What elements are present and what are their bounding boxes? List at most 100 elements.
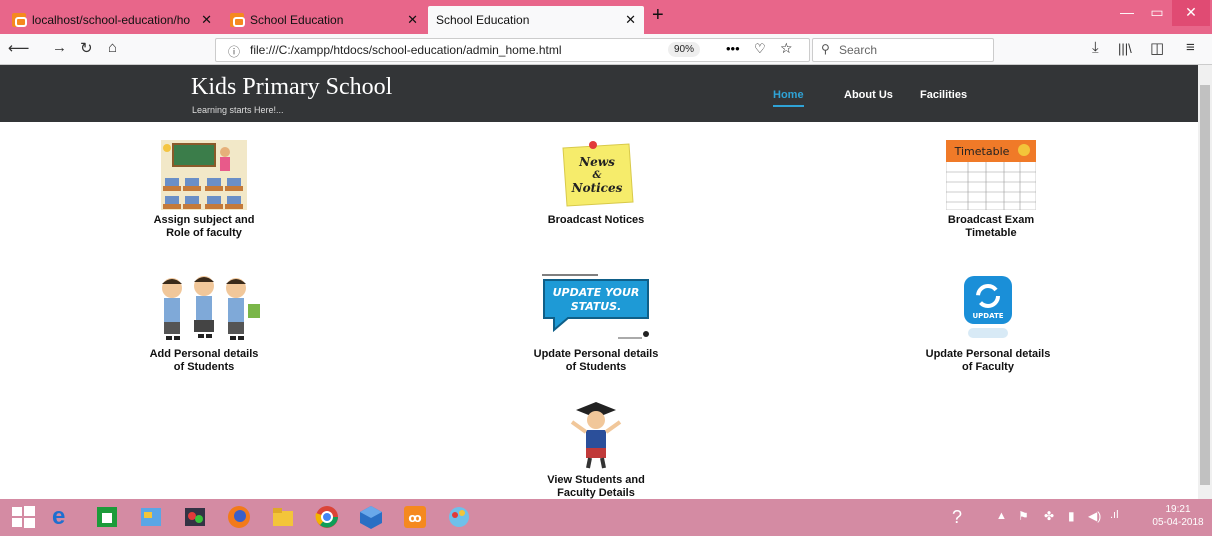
timetable-heading: Timetable xyxy=(954,145,1010,158)
action-center-flag-icon[interactable]: ⚑ xyxy=(1018,509,1029,523)
card-label-line2[interactable]: of Students xyxy=(496,361,696,374)
internet-explorer-icon[interactable]: e xyxy=(52,504,78,530)
site-header: Kids Primary School Learning starts Here… xyxy=(0,65,1198,122)
nav-home[interactable]: Home xyxy=(773,89,804,107)
card-label-line2[interactable]: Role of faculty xyxy=(104,227,304,240)
zoom-level[interactable]: 90% xyxy=(668,42,701,57)
timetable-icon[interactable]: Timetable xyxy=(945,139,1037,211)
card-label-line2[interactable]: of Faculty xyxy=(888,361,1088,374)
nav-about-us[interactable]: About Us xyxy=(844,89,893,101)
network-signal-icon[interactable]: .ıl xyxy=(1110,509,1119,521)
close-icon[interactable]: ✕ xyxy=(201,12,212,28)
tab-label: localhost/school-education/ho xyxy=(32,13,191,27)
menu-icon[interactable]: ≡ xyxy=(1186,39,1195,56)
svg-text:STATUS.: STATUS. xyxy=(571,300,622,313)
back-icon[interactable]: ⟵ xyxy=(8,39,30,57)
windows-taskbar: e ꝏ ? ▲ ⚑ ✤ ▮ ◀) .ıl 19:21 05-04-2018 xyxy=(0,499,1212,536)
help-icon[interactable]: ? xyxy=(952,504,978,530)
news-notices-icon[interactable]: News & Notices xyxy=(555,140,637,210)
card-broadcast-notices[interactable]: News & Notices Broadcast Notices xyxy=(496,140,696,227)
graphics-icon[interactable] xyxy=(446,504,472,530)
xampp-favicon-icon xyxy=(230,13,245,27)
nav-facilities[interactable]: Facilities xyxy=(920,89,967,101)
classroom-icon[interactable] xyxy=(161,140,247,210)
search-icon: ⚲ xyxy=(821,42,830,56)
notice-text-news: News xyxy=(578,155,615,169)
window-close-icon[interactable]: ✕ xyxy=(1172,0,1210,26)
volume-icon[interactable]: ◀) xyxy=(1088,509,1101,523)
students-icon[interactable] xyxy=(144,274,264,344)
page-scrollbar[interactable] xyxy=(1198,65,1212,499)
maximize-icon[interactable]: ▭ xyxy=(1140,0,1174,26)
card-label-line1[interactable]: Add Personal details xyxy=(104,348,304,361)
firefox-icon[interactable] xyxy=(226,504,252,530)
update-status-icon[interactable]: UPDATE YOUR STATUS. xyxy=(538,272,654,344)
sidebar-icon[interactable]: ◫ xyxy=(1150,39,1164,57)
admin-dashboard: Assign subject and Role of faculty News … xyxy=(0,122,1198,499)
tray-chevron-icon[interactable]: ▲ xyxy=(996,510,1007,522)
site-tagline: Learning starts Here!... xyxy=(192,105,284,115)
tab-label: School Education xyxy=(250,13,344,27)
tab-localhost[interactable]: localhost/school-education/ho ✕ xyxy=(4,6,220,34)
library-icon[interactable]: |||\ xyxy=(1118,41,1132,56)
clock-time: 19:21 xyxy=(1165,504,1191,515)
clock-date: 05-04-2018 xyxy=(1152,517,1204,528)
forward-icon[interactable]: → xyxy=(52,39,67,56)
tab-school-education-1[interactable]: School Education ✕ xyxy=(222,6,426,34)
card-update-faculty-details[interactable]: UPDATE Update Personal details of Facult… xyxy=(888,274,1088,374)
card-label-line1[interactable]: Broadcast Exam xyxy=(891,214,1091,227)
card-add-student-details[interactable]: Add Personal details of Students xyxy=(104,274,304,374)
bookmark-star-icon[interactable]: ☆ xyxy=(780,40,793,57)
download-icon[interactable]: ⤓ xyxy=(1092,39,1099,56)
dropbox-icon[interactable]: ✤ xyxy=(1044,509,1054,523)
pocket-icon[interactable]: ♡ xyxy=(754,41,766,57)
browser-tab-bar: localhost/school-education/ho ✕ School E… xyxy=(0,0,1212,34)
tab-label: School Education xyxy=(436,13,530,27)
notice-text-notices: Notices xyxy=(571,181,623,195)
update-app-icon[interactable]: UPDATE xyxy=(960,274,1016,344)
url-text: file:///C:/xampp/htdocs/school-education… xyxy=(250,43,562,57)
xampp-icon[interactable]: ꝏ xyxy=(402,504,428,530)
file-explorer-icon[interactable] xyxy=(270,504,296,530)
start-windows-icon[interactable] xyxy=(10,504,36,530)
search-field[interactable]: ⚲ Search xyxy=(812,38,994,62)
card-label-line2[interactable]: Timetable xyxy=(891,227,1091,240)
store-icon[interactable] xyxy=(94,504,120,530)
card-update-student-details[interactable]: UPDATE YOUR STATUS. Update Personal deta… xyxy=(496,272,696,374)
card-view-details[interactable]: View Students and Faculty Details xyxy=(496,400,696,500)
notice-text-and: & xyxy=(592,170,601,181)
svg-text:UPDATE YOUR: UPDATE YOUR xyxy=(553,286,640,299)
card-label-line1[interactable]: Update Personal details xyxy=(888,348,1088,361)
close-icon[interactable]: ✕ xyxy=(407,12,418,28)
taskbar-clock[interactable]: 19:21 05-04-2018 xyxy=(1150,503,1206,529)
card-label-line1[interactable]: Update Personal details xyxy=(496,348,696,361)
virtualbox-icon[interactable] xyxy=(358,504,384,530)
scrollbar-thumb[interactable] xyxy=(1200,85,1210,485)
minimize-icon[interactable]: — xyxy=(1110,0,1144,26)
card-assign-subject[interactable]: Assign subject and Role of faculty xyxy=(104,140,304,240)
page-actions-icon[interactable]: ••• xyxy=(726,41,740,56)
reload-icon[interactable]: ↻ xyxy=(80,39,93,57)
browser-nav-bar: ⟵ → ↻ ⌂ ⓘ file:///C:/xampp/htdocs/school… xyxy=(0,34,1212,65)
battery-icon[interactable]: ▮ xyxy=(1068,509,1075,523)
home-icon[interactable]: ⌂ xyxy=(108,39,117,56)
tab-school-education-active[interactable]: School Education ✕ xyxy=(428,6,644,34)
url-bar[interactable]: ⓘ file:///C:/xampp/htdocs/school-educati… xyxy=(215,38,810,62)
chrome-icon[interactable] xyxy=(314,504,340,530)
xampp-favicon-icon xyxy=(12,13,27,27)
card-label-line1[interactable]: Assign subject and xyxy=(104,214,304,227)
info-icon[interactable]: ⓘ xyxy=(228,43,240,60)
close-icon[interactable]: ✕ xyxy=(625,12,636,28)
svg-text:ꝏ: ꝏ xyxy=(408,511,421,525)
search-placeholder: Search xyxy=(839,43,878,57)
card-label-line1[interactable]: Broadcast Notices xyxy=(496,214,696,227)
card-label-line2[interactable]: of Students xyxy=(104,361,304,374)
update-icon-text: UPDATE xyxy=(972,312,1003,320)
site-brand[interactable]: Kids Primary School xyxy=(191,74,392,101)
control-panel-icon[interactable] xyxy=(138,504,164,530)
paint-icon[interactable] xyxy=(182,504,208,530)
card-label-line1[interactable]: View Students and xyxy=(496,474,696,487)
graduate-icon[interactable] xyxy=(568,400,624,470)
card-broadcast-timetable[interactable]: Timetable Broadcast Exam Timetable xyxy=(891,139,1091,240)
new-tab-icon[interactable]: + xyxy=(652,4,664,27)
